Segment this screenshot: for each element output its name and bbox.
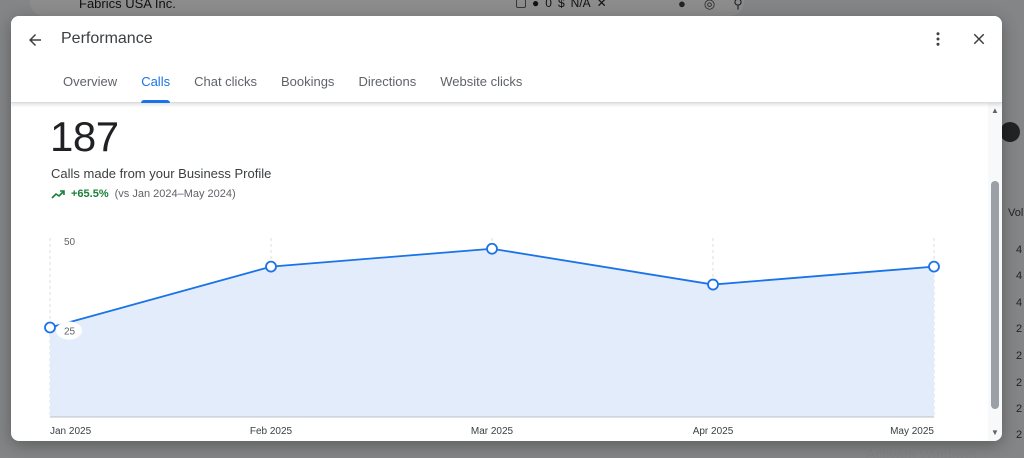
back-button[interactable]	[23, 28, 47, 52]
data-point	[707, 278, 719, 291]
tab-website-clicks[interactable]: Website clicks	[428, 74, 534, 103]
tab-bar: Overview Calls Chat clicks Bookings Dire…	[51, 74, 534, 103]
area-fill	[50, 248, 934, 417]
tab-directions[interactable]: Directions	[346, 74, 428, 103]
performance-dialog: Performance Overview Calls Chat clicks B…	[11, 16, 1002, 441]
calls-chart[interactable]: 25 50 Jan 2025 Feb 2025 Mar 2025 Apr 2025 May …	[11, 103, 986, 441]
data-point	[265, 260, 277, 273]
arrow-back-icon	[29, 34, 41, 46]
tab-overview[interactable]: Overview	[51, 74, 129, 103]
x-tick-label: Mar 2025	[471, 426, 514, 437]
dialog-title: Performance	[61, 30, 153, 47]
x-tick-label: Feb 2025	[250, 426, 293, 437]
data-point	[44, 321, 56, 334]
x-tick-label: Apr 2025	[693, 426, 734, 437]
close-button[interactable]	[967, 27, 991, 51]
y-tick-label: 25	[64, 327, 76, 338]
x-tick-label: Jan 2025	[50, 426, 92, 437]
dialog-header: Performance Overview Calls Chat clicks B…	[11, 16, 1002, 103]
close-icon	[973, 33, 985, 45]
more-options-button[interactable]	[926, 27, 950, 51]
data-point	[928, 260, 940, 273]
scroll-up-icon[interactable]: ▲	[991, 106, 999, 115]
dialog-content: 187 Calls made from your Business Profil…	[11, 103, 1002, 441]
data-point	[486, 242, 498, 255]
y-tick-label: 50	[64, 237, 76, 248]
tab-chat-clicks[interactable]: Chat clicks	[182, 74, 269, 103]
scrollbar-thumb[interactable]	[991, 181, 999, 409]
x-tick-label: May 2025	[890, 426, 934, 437]
more-vert-icon	[936, 32, 940, 46]
tab-calls[interactable]: Calls	[129, 74, 182, 103]
tab-bookings[interactable]: Bookings	[269, 74, 346, 103]
scroll-down-icon[interactable]: ▼	[991, 428, 999, 437]
